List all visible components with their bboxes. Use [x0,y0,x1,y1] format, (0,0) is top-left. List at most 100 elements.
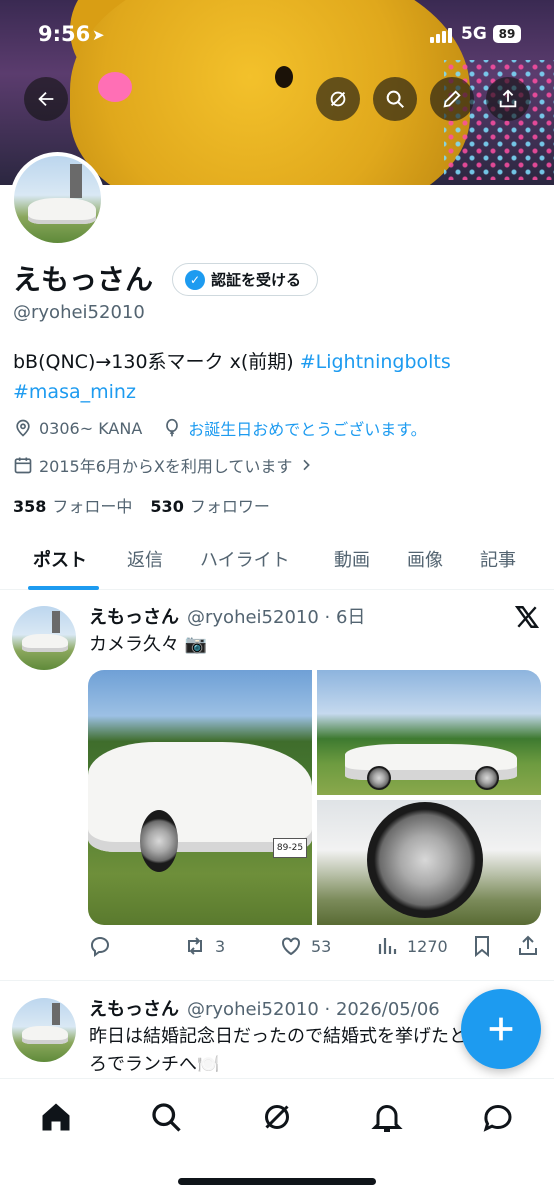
calendar-icon [14,457,32,474]
share-button[interactable] [486,77,530,121]
avatar-car [22,1026,68,1044]
home-icon[interactable] [38,1099,74,1135]
tab-highlights[interactable]: ハイライト [200,546,290,572]
profile-handle: @ryohei52010 [13,302,145,323]
profile-avatar[interactable] [10,152,105,247]
post-text: 昨日は結婚記念日だったので結婚式を挙げたとこ ろでランチへ🍽️ [89,1023,485,1079]
compose-button[interactable] [461,989,541,1069]
tab-videos[interactable]: 動画 [334,546,370,572]
bookmark-icon [475,936,489,958]
location-pin-icon [16,419,30,437]
get-verified-label: 認証を受ける [211,271,302,289]
following-count: 358 [13,497,47,516]
notifications-icon[interactable] [369,1099,405,1135]
retweet-icon [188,937,202,955]
profile-name: えもっさん [13,263,154,296]
photo-wheel-closeup [367,802,483,918]
views-icon [378,938,397,954]
active-tab-indicator [28,586,99,590]
profile-tabs: ポスト 返信 ハイライト 動画 画像 記事 [0,538,554,590]
grok-icon[interactable] [259,1099,295,1135]
signal-icon [430,28,452,43]
post-divider [0,980,554,981]
post-text: カメラ久々 📷 [89,634,208,655]
post-image-3[interactable] [317,800,541,925]
joined-date: 2015年6月からXを利用しています [39,457,293,476]
tab-posts[interactable]: ポスト [33,546,87,572]
profile-meta-row: 0306~ KANA お誕生日おめでとうございます。 [13,416,427,440]
post-header: えもっさん @ryohei52010 · 2026/05/06 [89,995,440,1021]
post-author-name[interactable]: えもっさん [89,607,179,628]
photo-car-wheel [140,810,178,872]
post-image-1[interactable]: 89-25 [88,670,312,925]
share-icon [499,89,517,108]
avatar-car [28,198,96,224]
post-meta: @ryohei52010 · 6日 [187,607,366,628]
share-icon [519,935,537,955]
battery-icon: 89 [493,25,521,43]
joined-row[interactable]: 2015年6月からXを利用しています [13,453,314,477]
reply-button[interactable] [88,934,112,958]
followers-link[interactable]: 530 フォロワー [150,493,269,517]
search-icon[interactable] [148,1099,184,1135]
location-arrow-icon: ➤ [92,26,105,44]
photo-license-plate: 89-25 [273,838,307,858]
photo-car-wheel [367,766,391,790]
tab-images[interactable]: 画像 [407,546,443,572]
status-bar: 9:56 ➤ 5G 89 [0,0,554,70]
back-button[interactable] [24,77,68,121]
photo-car-body [88,742,312,852]
plus-icon [489,1017,513,1041]
view-count: 1270 [407,936,448,956]
grok-icon [330,91,346,107]
search-button[interactable] [373,77,417,121]
post-avatar[interactable] [12,998,76,1062]
avatar-tower [52,1003,60,1025]
messages-icon[interactable] [480,1099,516,1135]
x-logo-icon [514,606,540,628]
post-text-line: 昨日は結婚記念日だったので結婚式を挙げたとこ [89,1026,485,1047]
reply-icon [91,937,110,957]
following-link[interactable]: 358 フォロー中 [13,493,132,517]
bio-hashtag-lightningbolts[interactable]: #Lightningbolts [300,351,451,373]
edit-button[interactable] [430,77,474,121]
avatar-tower [70,164,82,198]
banner-flower [98,72,132,102]
back-arrow-icon [38,91,54,107]
post-actions: 3 53 1270 [88,934,543,964]
followers-label: フォロワー [189,497,270,516]
heart-icon [282,937,300,956]
balloon-icon [166,418,179,437]
post-meta: @ryohei52010 · 2026/05/06 [187,999,440,1020]
retweet-button[interactable]: 3 [183,934,225,958]
post-media-grid: 89-25 [88,670,541,925]
share-post-button[interactable] [516,934,540,958]
photo-car-wheel [475,766,499,790]
followers-count: 530 [150,497,184,516]
grok-button[interactable] [316,77,360,121]
views-button[interactable]: 1270 [375,934,448,958]
chevron-right-icon [303,459,311,471]
tab-replies[interactable]: 返信 [127,546,163,572]
tab-articles[interactable]: 記事 [480,546,516,572]
avatar-car [22,634,68,652]
retweet-count: 3 [215,936,226,956]
profile-bio: bB(QNC)→130系マーク x(前期) #Lightningbolts #m… [13,347,533,407]
get-verified-button[interactable]: ✓ 認証を受ける [172,263,319,296]
post-image-2[interactable] [317,670,541,795]
post-header: えもっさん @ryohei52010 · 6日 [89,603,365,629]
bio-hashtag-masa-minz[interactable]: #masa_minz [13,381,136,403]
home-indicator [178,1178,376,1185]
bookmark-button[interactable] [470,934,494,958]
status-time: 9:56 [38,22,91,46]
birthday-link[interactable]: お誕生日おめでとうございます。 [188,416,426,440]
like-button[interactable]: 53 [279,934,331,958]
verified-badge-icon: ✓ [185,269,205,290]
search-icon [386,90,404,108]
post-author-name[interactable]: えもっさん [89,999,179,1020]
post-text-line: ろでランチへ🍽️ [89,1054,220,1075]
edit-icon [443,90,461,108]
post-avatar[interactable] [12,606,76,670]
bio-text: bB(QNC)→130系マーク x(前期) [13,351,300,373]
follow-stats: 358 フォロー中 530 フォロワー [13,493,270,517]
